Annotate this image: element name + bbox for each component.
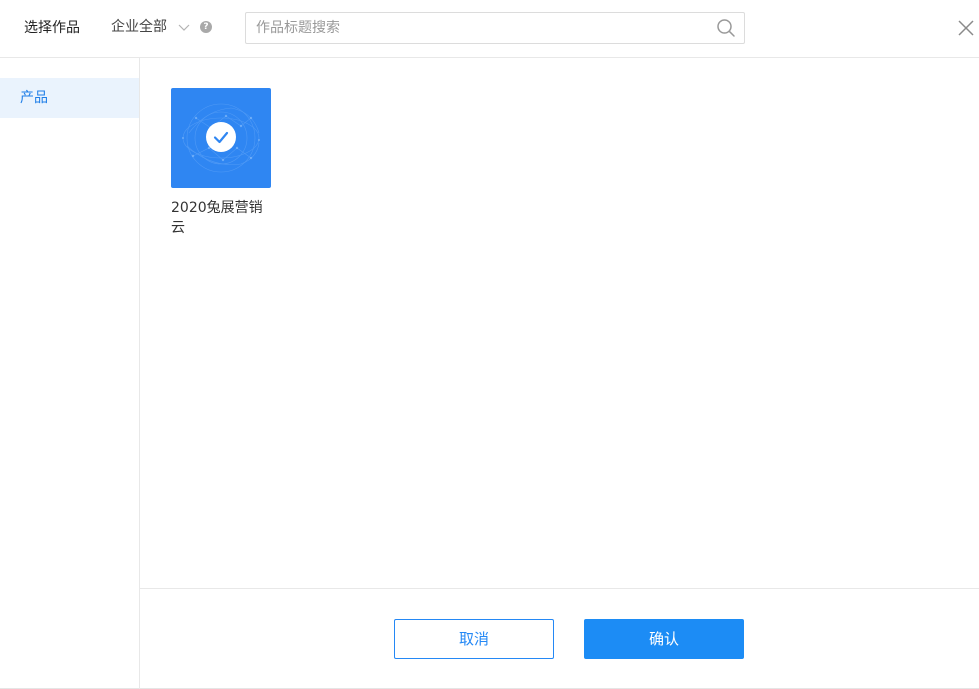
work-card[interactable]: 2020兔展营销云 bbox=[171, 88, 271, 238]
confirm-button[interactable]: 确认 bbox=[584, 619, 744, 659]
search-box bbox=[245, 12, 745, 44]
check-icon bbox=[213, 131, 229, 144]
scope-dropdown[interactable]: 企业全部 bbox=[111, 17, 190, 39]
dialog-header: 选择作品 企业全部 ? bbox=[0, 0, 979, 58]
select-work-dialog: 选择作品 企业全部 ? 产品 bbox=[0, 0, 979, 689]
dialog-footer: 取消 确认 bbox=[140, 588, 979, 689]
work-title: 2020兔展营销云 bbox=[171, 200, 263, 236]
close-icon[interactable] bbox=[956, 18, 976, 38]
help-icon[interactable]: ? bbox=[200, 21, 212, 33]
chevron-down-icon bbox=[178, 24, 190, 31]
sidebar-item-products[interactable]: 产品 bbox=[0, 78, 139, 118]
work-thumbnail[interactable] bbox=[171, 88, 271, 188]
selected-badge bbox=[206, 122, 236, 152]
cancel-button[interactable]: 取消 bbox=[394, 619, 554, 659]
sidebar-item-label: 产品 bbox=[20, 90, 48, 106]
dialog-title: 选择作品 bbox=[24, 20, 80, 36]
search-input[interactable] bbox=[256, 13, 706, 43]
category-sidebar: 产品 bbox=[0, 58, 140, 689]
scope-label: 企业全部 bbox=[111, 19, 167, 35]
search-icon[interactable] bbox=[716, 18, 736, 38]
